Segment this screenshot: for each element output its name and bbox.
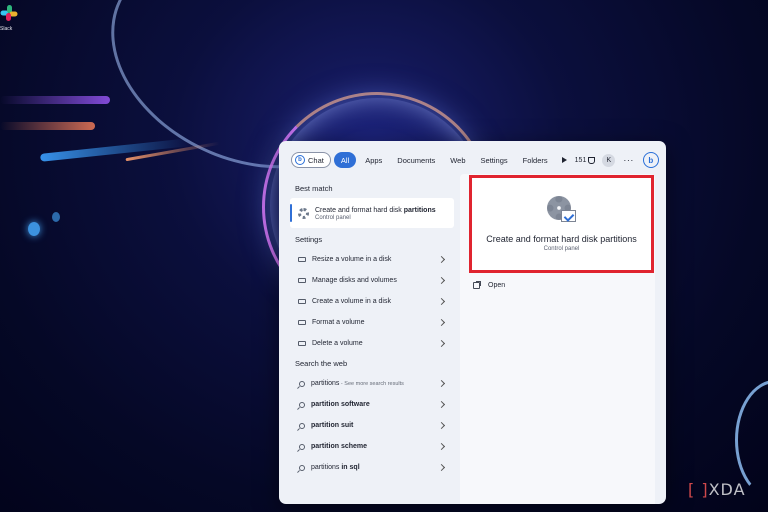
open-action-label: Open xyxy=(488,281,506,289)
chevron-right-icon xyxy=(437,255,446,264)
desktop-icon-label: Slack xyxy=(0,26,13,32)
web-search-heading: Search the web xyxy=(295,359,348,368)
web-result-item[interactable]: partition suit xyxy=(290,415,454,436)
chevron-right-icon xyxy=(437,400,446,409)
bing-icon[interactable]: b xyxy=(642,152,659,168)
preview-title: Create and format hard disk partitions xyxy=(486,234,637,244)
tab-label: Chat xyxy=(308,155,324,165)
settings-result-item[interactable]: Resize a volume in a disk xyxy=(290,249,454,270)
settings-result-item[interactable]: Format a volume xyxy=(290,312,454,333)
best-match-title: Create and format hard disk partitions xyxy=(315,206,436,214)
search-panel: b Chat All Apps Documents Web Settings F… xyxy=(279,141,666,504)
settings-result-item[interactable]: Manage disks and volumes xyxy=(290,270,454,291)
chevron-right-icon xyxy=(437,463,446,472)
disk-icon xyxy=(298,299,306,304)
wallpaper-streak xyxy=(0,122,95,130)
search-icon xyxy=(299,401,305,408)
wallpaper-streak xyxy=(0,96,110,104)
search-icon xyxy=(299,464,305,471)
wallpaper-dot xyxy=(52,212,60,222)
preview-subtitle: Control panel xyxy=(543,246,580,252)
disk-icon xyxy=(298,278,306,283)
open-action[interactable]: Open xyxy=(473,279,505,291)
web-result-item[interactable]: partition scheme xyxy=(290,436,454,457)
gear-icon xyxy=(298,207,309,219)
disk-icon xyxy=(298,341,306,346)
chevron-right-icon xyxy=(437,339,446,348)
chevron-right-icon xyxy=(437,421,446,430)
best-match-result[interactable]: Create and format hard disk partitions C… xyxy=(290,198,454,228)
best-match-heading: Best match xyxy=(295,184,333,193)
settings-heading: Settings xyxy=(295,235,323,244)
more-options-icon[interactable]: ··· xyxy=(623,155,634,165)
xda-watermark: [ ]XDA xyxy=(688,480,746,499)
web-result-item[interactable]: partition software xyxy=(290,394,454,415)
web-result-item[interactable]: partitions in sql xyxy=(290,457,454,478)
desktop-icon-slack[interactable]: Slack xyxy=(0,0,22,32)
settings-result-item[interactable]: Create a volume in a disk xyxy=(290,291,454,312)
web-result-item[interactable]: partitions - See more search results xyxy=(290,373,454,394)
rewards-points-value: 151 xyxy=(574,156,587,164)
tab-apps[interactable]: Apps xyxy=(359,152,388,168)
search-icon xyxy=(299,380,305,387)
settings-result-item[interactable]: Delete a volume xyxy=(290,333,454,354)
tab-web[interactable]: Web xyxy=(444,152,471,168)
tab-documents[interactable]: Documents xyxy=(391,152,441,168)
more-tabs-arrow-icon[interactable] xyxy=(561,157,567,163)
chevron-right-icon xyxy=(437,297,446,306)
open-external-icon xyxy=(473,280,481,289)
chevron-right-icon xyxy=(437,379,446,388)
rewards-points[interactable]: 151 xyxy=(574,156,596,164)
control-panel-gear-icon xyxy=(546,196,577,226)
tab-folders[interactable]: Folders xyxy=(517,152,554,168)
best-match-subtitle: Control panel xyxy=(315,214,351,221)
tab-settings[interactable]: Settings xyxy=(475,152,514,168)
preview-pane: Create and format hard disk partitions C… xyxy=(460,174,655,504)
chevron-right-icon xyxy=(437,442,446,451)
tab-chat[interactable]: b Chat xyxy=(291,152,331,168)
preview-card: Create and format hard disk partitions C… xyxy=(469,175,654,273)
chevron-right-icon xyxy=(437,276,446,285)
bing-chat-icon: b xyxy=(295,155,305,165)
disk-icon xyxy=(298,320,306,325)
trophy-icon xyxy=(588,156,596,164)
chevron-right-icon xyxy=(437,318,446,327)
wallpaper-dot xyxy=(28,222,40,236)
search-icon xyxy=(299,422,305,429)
tab-all[interactable]: All xyxy=(333,152,357,168)
slack-icon xyxy=(0,5,18,21)
avatar[interactable]: K xyxy=(602,153,616,167)
results-list: Best match Create and format hard disk p… xyxy=(290,179,460,478)
search-icon xyxy=(299,443,305,450)
disk-icon xyxy=(298,257,306,262)
